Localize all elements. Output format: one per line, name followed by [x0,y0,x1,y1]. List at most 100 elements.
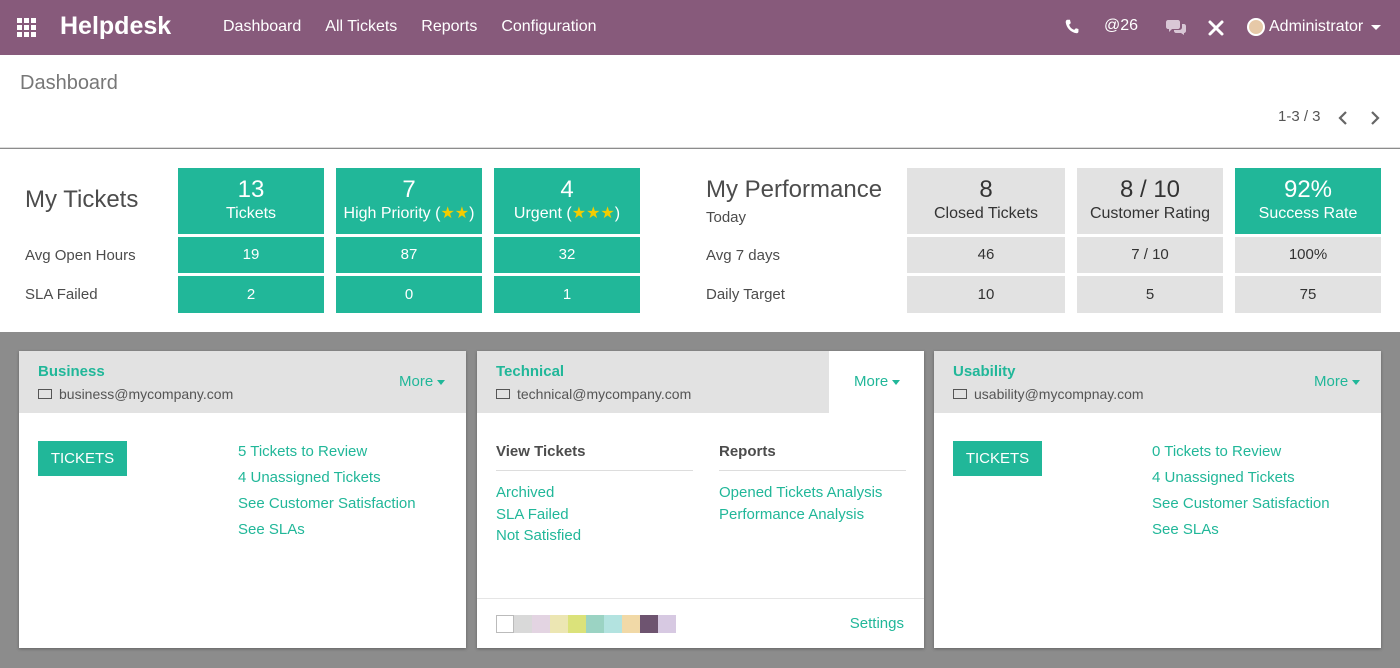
tickets-to-review-link[interactable]: 5 Tickets to Review [238,442,416,461]
team-name[interactable]: Business [38,363,105,380]
tickets-tile[interactable]: 13 Tickets [178,168,324,234]
color-swatch[interactable] [568,615,586,633]
tickets-button[interactable]: TICKETS [38,441,127,476]
tickets-button[interactable]: TICKETS [953,441,1042,476]
team-name[interactable]: Technical [496,363,564,380]
not-satisfied-link[interactable]: Not Satisfied [496,526,581,546]
daily-target-rating[interactable]: 5 [1077,276,1223,313]
menu-all-tickets[interactable]: All Tickets [325,18,397,36]
star-icon: ★★ [440,205,470,222]
card-header: Technical technical@mycompany.com [477,351,829,413]
unassigned-tickets-link[interactable]: 4 Unassigned Tickets [1152,468,1330,487]
archived-link[interactable]: Archived [496,483,581,503]
more-label: More [399,373,434,390]
see-slas-link[interactable]: See SLAs [238,520,416,539]
pager-value[interactable]: 1-3 / 3 [1278,108,1321,125]
page-title: Dashboard [20,72,118,94]
debug-tools-icon[interactable] [1207,19,1225,37]
tile-value: 13 [237,176,265,203]
color-swatch[interactable] [586,615,604,633]
team-name[interactable]: Usability [953,363,1016,380]
daily-target-closed[interactable]: 10 [907,276,1065,313]
reports-title: Reports [719,443,906,471]
color-swatch[interactable] [532,615,550,633]
avg-open-hours-high-priority[interactable]: 87 [336,237,482,273]
star-icon: ★★★ [571,205,615,222]
avg-open-hours-tickets[interactable]: 19 [178,237,324,273]
customer-rating-tile[interactable]: 8 / 10 Customer Rating [1077,168,1223,234]
urgent-tile[interactable]: 4 Urgent (★★★) [494,168,640,234]
unassigned-tickets-link[interactable]: 4 Unassigned Tickets [238,468,416,487]
chevron-right-icon[interactable] [1368,110,1382,126]
control-panel: Dashboard 1-3 / 3 [0,55,1400,148]
team-card-usability: Usability usability@mycompnay.com More T… [934,351,1381,648]
sla-failed-tickets[interactable]: 2 [178,276,324,313]
team-email-text: business@mycompany.com [59,386,234,402]
team-email-text: technical@mycompany.com [517,386,692,402]
today-label: Today [706,209,747,226]
color-swatch[interactable] [550,615,568,633]
tickets-to-review-link[interactable]: 0 Tickets to Review [1152,442,1330,461]
chat-icon[interactable] [1166,19,1186,35]
customer-satisfaction-link[interactable]: See Customer Satisfaction [1152,494,1330,513]
card-header: Usability usability@mycompnay.com More [934,351,1381,413]
color-swatch[interactable] [604,615,622,633]
performance-analysis-link[interactable]: Performance Analysis [719,505,882,525]
avg-7-days-rating[interactable]: 7 / 10 [1077,237,1223,273]
success-rate-tile[interactable]: 92% Success Rate [1235,168,1381,234]
daily-target-label: Daily Target [706,286,785,303]
team-links: 0 Tickets to Review 4 Unassigned Tickets… [1152,442,1330,539]
color-swatch[interactable] [658,615,676,633]
apps-menu-icon[interactable] [17,18,38,37]
color-swatch[interactable] [514,615,532,633]
card-header: Business business@mycompany.com More [19,351,466,413]
sla-failed-high-priority[interactable]: 0 [336,276,482,313]
avg-open-hours-urgent[interactable]: 32 [494,237,640,273]
mentions-counter[interactable]: @26 [1104,17,1138,35]
sla-failed-urgent[interactable]: 1 [494,276,640,313]
color-swatch[interactable] [496,615,514,633]
tile-label: Tickets [225,205,277,222]
avg-7-days-closed[interactable]: 46 [907,237,1065,273]
view-tickets-links: Archived SLA Failed Not Satisfied [496,483,581,546]
menu-reports[interactable]: Reports [421,18,477,36]
team-email: usability@mycompnay.com [953,386,1144,402]
color-swatch[interactable] [640,615,658,633]
more-dropdown[interactable]: More [399,373,446,390]
daily-target-success[interactable]: 75 [1235,276,1381,313]
menu-dashboard[interactable]: Dashboard [223,18,301,36]
my-tickets-heading: My Tickets [25,186,139,213]
tile-value: 92% [1283,176,1333,203]
envelope-icon [38,389,52,399]
avg-7-days-success[interactable]: 100% [1235,237,1381,273]
stats-panel: My Tickets Avg Open Hours SLA Failed 13 … [0,149,1400,332]
tile-value: 7 [402,176,416,203]
closed-tickets-tile[interactable]: 8 Closed Tickets [907,168,1065,234]
more-label: More [854,373,889,390]
team-card-technical: Technical technical@mycompany.com More V… [477,351,924,648]
my-performance-heading: My Performance [706,176,883,203]
tile-label-text: High Priority ( [343,205,441,222]
top-navbar: Helpdesk Dashboard All Tickets Reports C… [0,0,1400,55]
main-menu: Dashboard All Tickets Reports Configurat… [223,18,597,36]
card-footer: Settings [477,598,924,648]
chevron-left-icon[interactable] [1336,110,1350,126]
tile-label: High Priority (★★) [343,205,475,222]
menu-configuration[interactable]: Configuration [501,18,596,36]
user-menu[interactable]: Administrator [1247,18,1382,36]
color-swatch[interactable] [622,615,640,633]
caret-down-icon [437,379,446,385]
customer-satisfaction-link[interactable]: See Customer Satisfaction [238,494,416,513]
team-email: technical@mycompany.com [496,386,691,402]
more-dropdown[interactable]: More [1314,373,1361,390]
settings-link[interactable]: Settings [850,615,904,632]
sla-failed-link[interactable]: SLA Failed [496,505,581,525]
caret-down-icon [1352,379,1361,385]
see-slas-link[interactable]: See SLAs [1152,520,1330,539]
opened-tickets-analysis-link[interactable]: Opened Tickets Analysis [719,483,882,503]
app-brand[interactable]: Helpdesk [60,12,171,41]
phone-icon[interactable] [1064,18,1080,36]
tile-label: Customer Rating [1089,205,1211,222]
more-dropdown[interactable]: More [854,373,901,390]
high-priority-tile[interactable]: 7 High Priority (★★) [336,168,482,234]
